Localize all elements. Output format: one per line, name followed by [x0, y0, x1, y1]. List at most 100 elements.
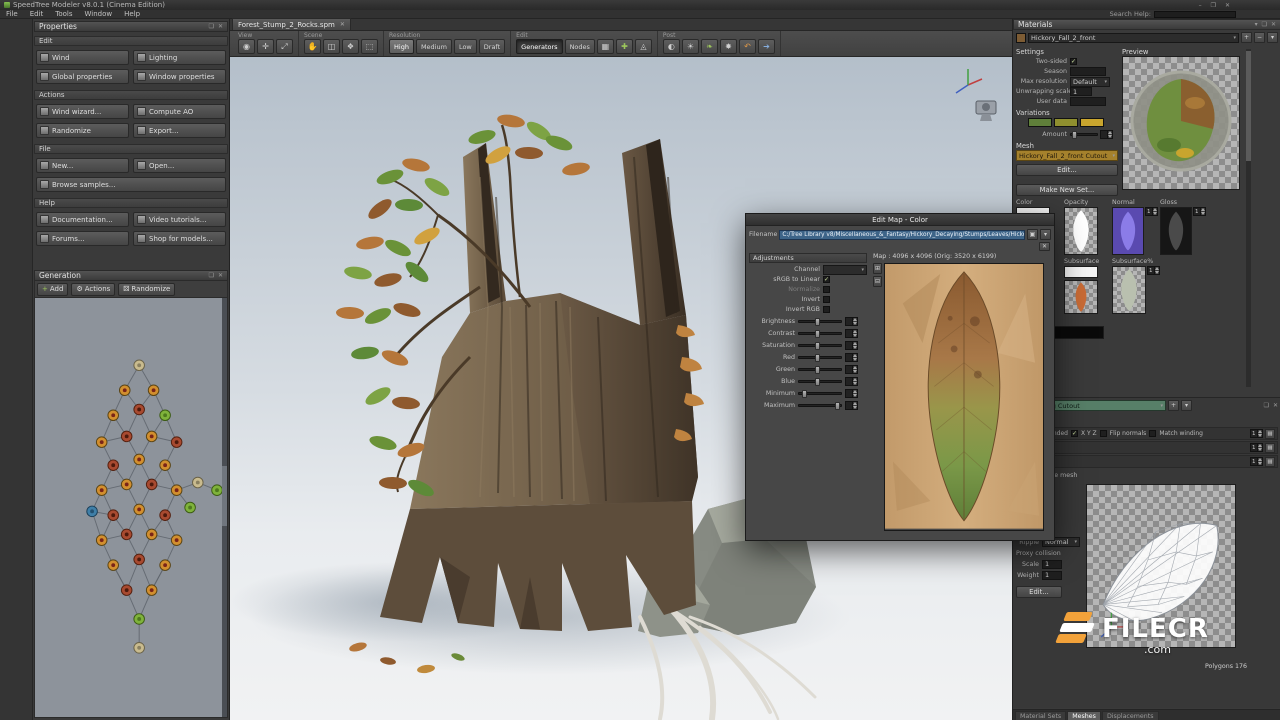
- edit-section-header[interactable]: Edit: [34, 36, 228, 46]
- document-tab[interactable]: Forest_Stump_2_Rocks.spm ✕: [232, 18, 351, 30]
- compute-ao-button[interactable]: Compute AO: [133, 104, 226, 119]
- resolution-low-button[interactable]: Low: [454, 39, 477, 54]
- red-spinner[interactable]: [845, 353, 858, 362]
- float-panel-icon[interactable]: ❏: [209, 272, 214, 279]
- fit-view-button[interactable]: ⤢: [276, 39, 293, 54]
- resolution-medium-button[interactable]: Medium: [416, 39, 452, 54]
- menu-tools[interactable]: Tools: [49, 10, 78, 18]
- materials-scrollbar[interactable]: [1246, 49, 1251, 387]
- add-set-button[interactable]: +: [1168, 400, 1179, 411]
- mesh-list-row[interactable]: 1 ▦: [1016, 441, 1278, 454]
- actions-section-header[interactable]: Actions: [34, 90, 228, 100]
- edit-mesh-button[interactable]: Edit...: [1016, 164, 1118, 176]
- wind-button[interactable]: Wind: [36, 50, 129, 65]
- variation-swatch-green[interactable]: [1028, 118, 1052, 127]
- amount-spinner[interactable]: [1100, 130, 1113, 139]
- maximum-slider[interactable]: [798, 404, 842, 407]
- edit-grid-button[interactable]: ▦: [597, 39, 614, 54]
- normal-map-swatch[interactable]: [1112, 207, 1144, 255]
- variation-swatch-olive[interactable]: [1054, 118, 1078, 127]
- saturation-slider[interactable]: [798, 344, 842, 347]
- browse-samples-button[interactable]: Browse samples...: [36, 177, 226, 192]
- export-button[interactable]: Export...: [133, 123, 226, 138]
- bounds-button[interactable]: ⬚: [361, 39, 378, 54]
- edit-set-button[interactable]: Edit...: [1016, 586, 1062, 598]
- edit-gizmo-button[interactable]: ◬: [635, 39, 652, 54]
- resolution-draft-button[interactable]: Draft: [479, 39, 505, 54]
- green-slider[interactable]: [798, 368, 842, 371]
- clear-map-button[interactable]: ✕: [1039, 242, 1050, 251]
- add-generator-button[interactable]: +Add: [37, 283, 68, 296]
- undo-button[interactable]: ↶: [739, 39, 756, 54]
- contrast-slider[interactable]: [798, 332, 842, 335]
- close-panel-icon[interactable]: ✕: [218, 272, 223, 279]
- foliage-toggle-button[interactable]: ❧: [701, 39, 718, 54]
- brightness-spinner[interactable]: [845, 317, 858, 326]
- subsurface-map-swatch[interactable]: [1064, 280, 1098, 314]
- dialog-titlebar[interactable]: Edit Map - Color: [746, 214, 1054, 226]
- float-panel-icon[interactable]: ❏: [1264, 402, 1269, 409]
- mesh-select[interactable]: Hickory_Fall_2_front Cutout ▾: [1016, 150, 1118, 161]
- menu-file[interactable]: File: [0, 10, 24, 18]
- close-icon[interactable]: ✕: [1225, 2, 1230, 9]
- maximize-icon[interactable]: ❐: [1211, 2, 1216, 9]
- file-menu-button[interactable]: ▾: [1040, 229, 1051, 240]
- tab-displacements[interactable]: Displacements: [1102, 711, 1159, 720]
- grid-icon[interactable]: ▦: [1265, 443, 1275, 453]
- effects-button[interactable]: ✸: [720, 39, 737, 54]
- float-panel-icon[interactable]: ❏: [209, 23, 214, 30]
- tab-meshes[interactable]: Meshes: [1067, 711, 1101, 720]
- lighting-button[interactable]: Lighting: [133, 50, 226, 65]
- help-section-header[interactable]: Help: [34, 198, 228, 208]
- minimize-icon[interactable]: –: [1199, 2, 1202, 9]
- user-data-input[interactable]: [1070, 97, 1106, 106]
- camera-mode-button[interactable]: ◉: [238, 39, 255, 54]
- close-panel-icon[interactable]: ✕: [1273, 402, 1278, 409]
- scale-input[interactable]: 1: [1042, 560, 1062, 569]
- pan-button[interactable]: ✛: [257, 39, 274, 54]
- tab-material-sets[interactable]: Material Sets: [1015, 711, 1066, 720]
- panel-menu-icon[interactable]: ▾: [1255, 21, 1258, 28]
- material-preview[interactable]: [1122, 56, 1240, 190]
- grid-icon[interactable]: ▦: [1265, 429, 1275, 439]
- documentation-button[interactable]: Documentation...: [36, 212, 129, 227]
- gloss-map-spinner[interactable]: 1: [1193, 207, 1206, 216]
- handed-checkbox[interactable]: ✓: [1071, 430, 1078, 437]
- nodes-button[interactable]: Nodes: [565, 39, 595, 54]
- shadows-button[interactable]: ◐: [663, 39, 680, 54]
- normalize-checkbox[interactable]: [823, 286, 830, 293]
- lighting-toggle-button[interactable]: ☀: [682, 39, 699, 54]
- browse-file-button[interactable]: ▣: [1027, 229, 1038, 240]
- float-panel-icon[interactable]: ❏: [1262, 21, 1267, 28]
- minimum-spinner[interactable]: [845, 389, 858, 398]
- material-menu-button[interactable]: ▾: [1267, 32, 1278, 43]
- file-section-header[interactable]: File: [34, 144, 228, 154]
- add-material-button[interactable]: +: [1241, 32, 1252, 43]
- remove-material-button[interactable]: −: [1254, 32, 1265, 43]
- match-winding-checkbox[interactable]: [1149, 430, 1156, 437]
- edit-add-button[interactable]: ✚: [616, 39, 633, 54]
- global-properties-button[interactable]: Global properties: [36, 69, 129, 84]
- gloss-map-swatch[interactable]: [1160, 207, 1192, 255]
- weight-input[interactable]: 1: [1042, 571, 1062, 580]
- brightness-slider[interactable]: [798, 320, 842, 323]
- subsurface-pct-spinner[interactable]: 1: [1147, 266, 1160, 275]
- generation-scrollbar[interactable]: [222, 298, 227, 717]
- saturation-spinner[interactable]: [845, 341, 858, 350]
- unwrapping-scale-input[interactable]: 1: [1070, 87, 1092, 96]
- mesh-row-spinner[interactable]: 1: [1250, 429, 1263, 438]
- window-properties-button[interactable]: Window properties: [133, 69, 226, 84]
- new-button[interactable]: New...: [36, 158, 129, 173]
- forums-button[interactable]: Forums...: [36, 231, 129, 246]
- invert-checkbox[interactable]: [823, 296, 830, 303]
- show-grid-button[interactable]: ◫: [323, 39, 340, 54]
- close-panel-icon[interactable]: ✕: [218, 23, 223, 30]
- minimum-slider[interactable]: [798, 392, 842, 395]
- generation-actions-button[interactable]: ⚙Actions: [71, 283, 115, 296]
- subsurface-color-swatch[interactable]: [1064, 266, 1098, 278]
- mesh-list-row[interactable]: 1 ▦: [1016, 455, 1278, 468]
- invert-rgb-checkbox[interactable]: [823, 306, 830, 313]
- blue-spinner[interactable]: [845, 377, 858, 386]
- contrast-spinner[interactable]: [845, 329, 858, 338]
- red-slider[interactable]: [798, 356, 842, 359]
